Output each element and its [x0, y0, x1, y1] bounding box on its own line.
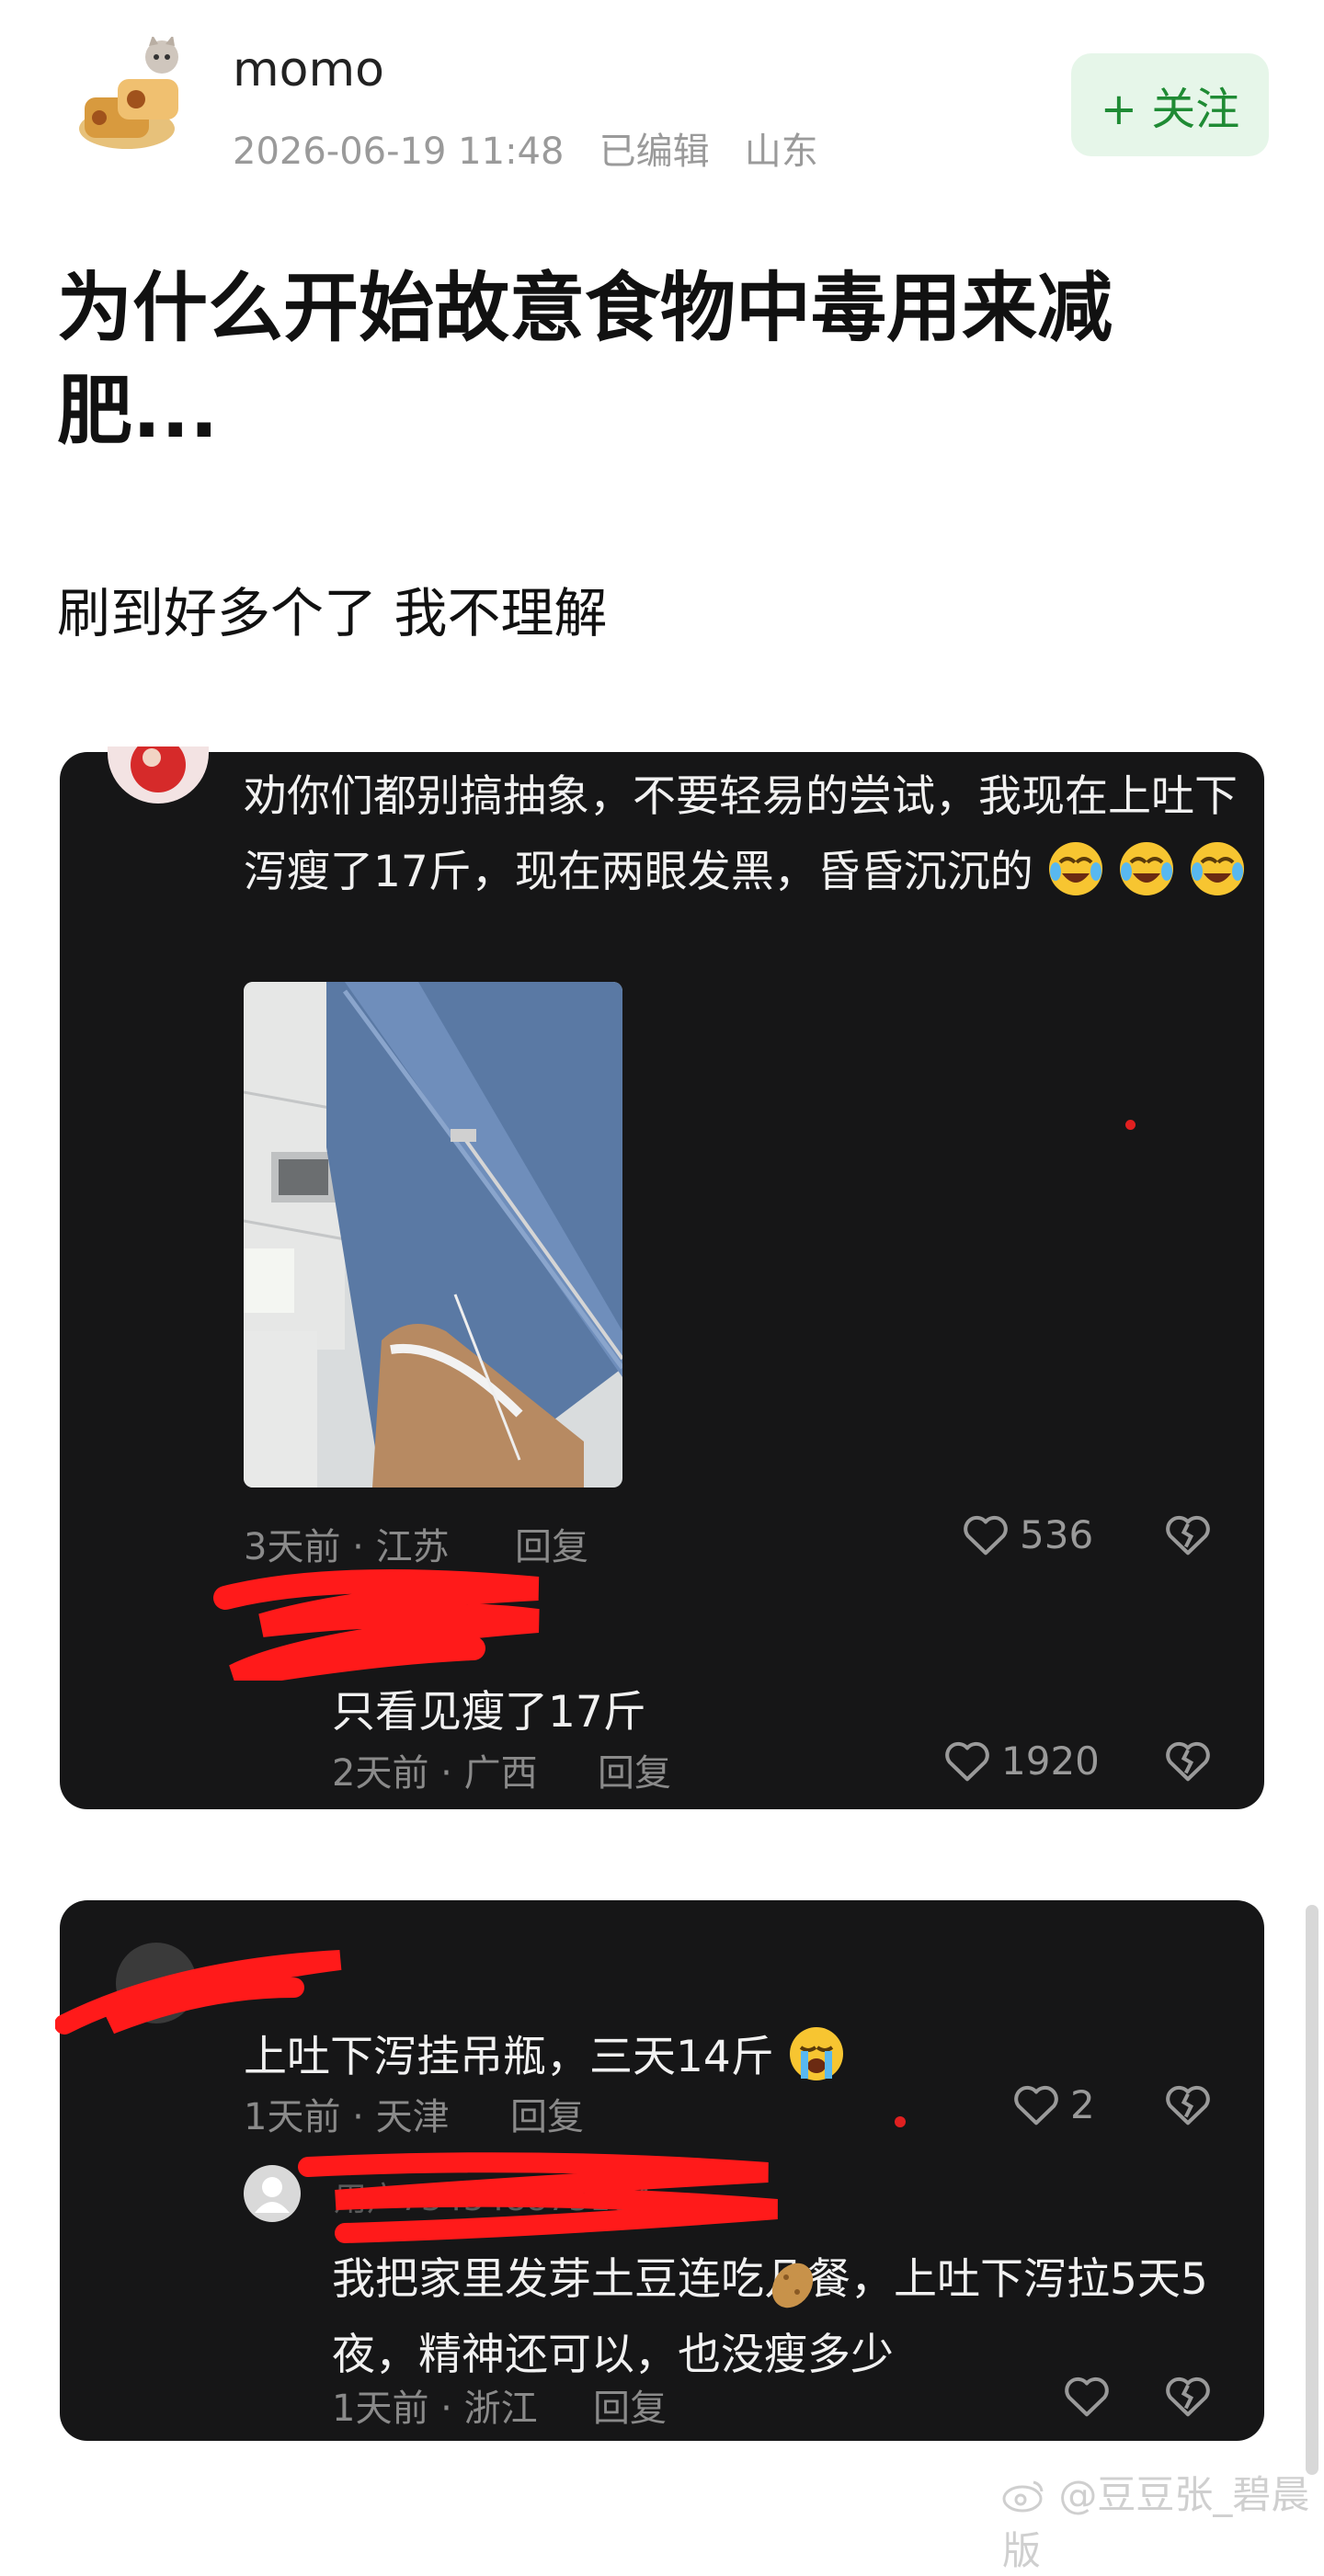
redaction-scribble [290, 2149, 805, 2250]
post-title: 为什么开始故意食物中毒用来减肥... [57, 265, 1113, 455]
broken-heart-icon [1166, 2085, 1210, 2126]
red-dot [1125, 1120, 1136, 1130]
comment-card: 上吐下泻挂吊瓶，三天14斤 1天前 · 天津 回复 2 用户7343488751… [54, 1900, 1264, 2441]
redaction-scribble [170, 1561, 556, 1688]
reply-button[interactable]: 回复 [598, 1743, 671, 1796]
broken-heart-icon [1166, 1741, 1210, 1782]
red-dot [895, 2116, 906, 2127]
reply-time-location: 1天前 · 浙江 [332, 2388, 538, 2430]
username[interactable]: momo [233, 42, 384, 97]
comment-image[interactable] [244, 982, 622, 1487]
dislike-button[interactable] [1163, 1511, 1213, 1561]
post-timestamp: 2026-06-19 11:48 [233, 131, 565, 173]
heart-icon [1014, 2085, 1058, 2126]
reply-button[interactable]: 回复 [593, 2378, 667, 2432]
broken-heart-icon [1166, 1515, 1210, 1556]
commenter-avatar[interactable] [108, 747, 209, 804]
dislike-button[interactable] [1163, 2081, 1213, 2131]
heart-icon [1065, 2377, 1109, 2417]
potato-emoji [764, 2255, 821, 2312]
like-count: 536 [1020, 1511, 1094, 1557]
avatar[interactable] [72, 35, 200, 154]
heart-icon [964, 1515, 1008, 1556]
post-location: 山东 [744, 131, 818, 173]
comment-time-location: 1天前 · 天津 [244, 2096, 450, 2138]
heart-icon [945, 1741, 989, 1782]
post-body: 刷到好多个了 我不理解 [57, 582, 608, 644]
comment-text: 上吐下泻挂吊瓶，三天14斤 [244, 2020, 845, 2095]
like-button[interactable] [1062, 2373, 1121, 2419]
crying-laughing-emoji [1118, 840, 1175, 897]
comment-card: 劝你们都别搞抽象，不要轻易的尝试，我现在上吐下泻瘦了17斤，现在两眼发黑，昏昏沉… [60, 747, 1264, 1809]
post-meta: 2026-06-19 11:48 已编辑 山东 [233, 121, 818, 175]
reply-button[interactable]: 回复 [510, 2087, 584, 2140]
crying-laughing-emoji [1189, 840, 1246, 897]
like-count: 1920 [1001, 1738, 1100, 1784]
dislike-button[interactable] [1163, 2373, 1213, 2422]
like-count: 2 [1070, 2081, 1095, 2127]
like-button[interactable]: 536 [961, 1511, 1093, 1557]
broken-heart-icon [1166, 2377, 1210, 2417]
weibo-logo-icon [1002, 2477, 1046, 2513]
scrollbar[interactable] [1306, 1905, 1318, 2475]
comment-text: 劝你们都别搞抽象，不要轻易的尝试，我现在上吐下泻瘦了17斤，现在两眼发黑，昏昏沉… [244, 759, 1255, 910]
post-edited-tag: 已编辑 [599, 131, 710, 173]
crying-laughing-emoji [1047, 840, 1104, 897]
loudly-crying-emoji [788, 2025, 845, 2082]
watermark: @豆豆张_碧晨版 [1002, 2472, 1310, 2573]
reply-text: 只看见瘦了17斤 [332, 1687, 646, 1738]
dislike-button[interactable] [1163, 1738, 1213, 1787]
follow-button[interactable]: + 关注 [1071, 53, 1269, 156]
like-button[interactable]: 2 [1011, 2081, 1095, 2127]
like-button[interactable]: 1920 [942, 1738, 1100, 1784]
reply-time-location: 2天前 · 广西 [332, 1752, 538, 1795]
